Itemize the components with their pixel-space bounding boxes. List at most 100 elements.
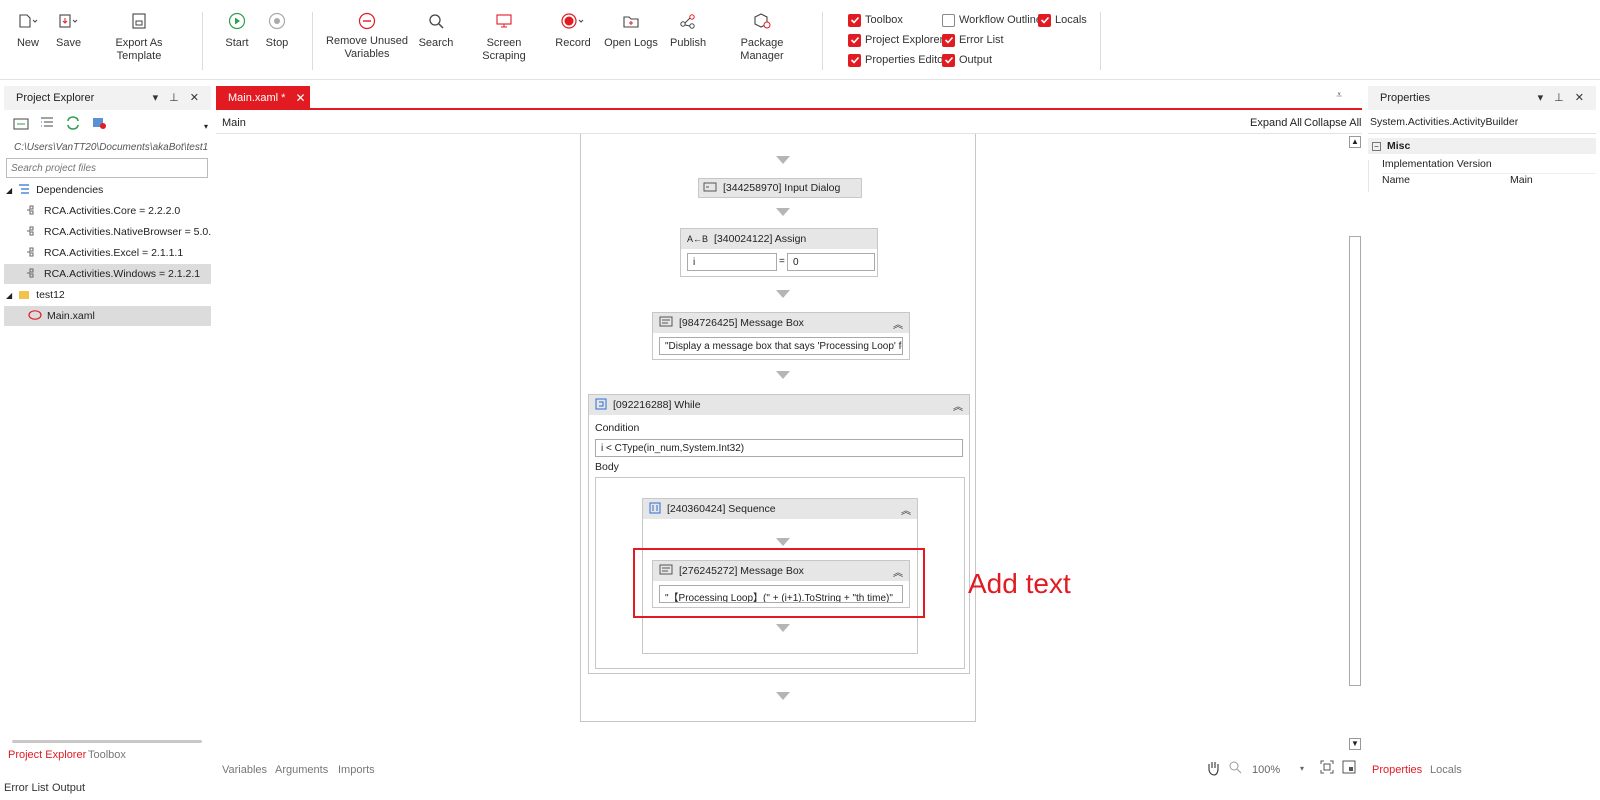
- locals-toggle[interactable]: Locals: [1038, 12, 1087, 28]
- properties-panel: Properties ▾ ⊥ ✕ System.Activities.Activ…: [1368, 86, 1596, 776]
- collapse-all-link[interactable]: Collapse All: [1304, 117, 1361, 129]
- workflow-outline-toggle[interactable]: Workflow Outline: [942, 12, 1042, 28]
- tab-variables[interactable]: Variables: [222, 764, 267, 776]
- properties-editor-toggle[interactable]: Properties Editor: [848, 52, 947, 68]
- zoom-level[interactable]: 100%: [1252, 764, 1280, 776]
- publish-button[interactable]: Publish: [670, 10, 706, 50]
- collapse-chevron-icon[interactable]: ︽: [901, 502, 911, 517]
- tree-item-dependency[interactable]: RCA.Activities.Windows = 2.1.2.1: [4, 264, 211, 284]
- message-box-icon: [659, 316, 673, 330]
- stop-button[interactable]: Stop: [264, 10, 290, 50]
- checkbox-icon: [1038, 13, 1051, 27]
- collapse-chevron-icon[interactable]: ︽: [893, 316, 903, 331]
- collapse-triangle-icon[interactable]: ◢: [6, 186, 12, 195]
- breadcrumb[interactable]: Main: [222, 117, 246, 129]
- flow-arrow-icon: [776, 371, 790, 379]
- tab-error-list[interactable]: Error List: [4, 782, 49, 794]
- tree-item-dependency[interactable]: RCA.Activities.Excel = 2.1.1.1: [4, 243, 211, 263]
- vertical-scrollbar[interactable]: ▲ ▼: [1348, 134, 1362, 754]
- open-folder-icon[interactable]: [12, 116, 30, 130]
- tab-imports[interactable]: Imports: [338, 764, 375, 776]
- scroll-down-icon[interactable]: ▼: [1349, 738, 1361, 750]
- flow-arrow-icon: [776, 538, 790, 546]
- activity-input-dialog[interactable]: [344258970] Input Dialog: [698, 178, 862, 198]
- tree-item-dependencies[interactable]: ◢ Dependencies: [6, 180, 211, 200]
- output-toggle[interactable]: Output: [942, 52, 992, 68]
- fit-to-screen-icon[interactable]: [1320, 760, 1334, 777]
- package-manager-button[interactable]: Package Manager: [720, 10, 804, 63]
- ribbon-separator: [312, 12, 313, 70]
- project-explorer-panel: Project Explorer ▾ ⊥ ✕ ▾ C:\Users\VanTT2…: [4, 86, 211, 770]
- tab-main-xaml[interactable]: Main.xaml * ✕: [216, 86, 310, 110]
- open-logs-button[interactable]: Open Logs: [604, 10, 658, 50]
- zoom-dropdown-icon[interactable]: ▾: [1300, 764, 1304, 773]
- body-label: Body: [595, 461, 619, 473]
- package-icon: [720, 10, 804, 32]
- tree-item-main-xaml[interactable]: Main.xaml: [4, 306, 211, 326]
- scroll-thumb[interactable]: [1349, 236, 1361, 686]
- expand-all-link[interactable]: Expand All: [1250, 117, 1302, 129]
- package-node-icon: [26, 225, 38, 240]
- flow-arrow-icon: [776, 624, 790, 632]
- horizontal-scrollbar[interactable]: [6, 737, 209, 745]
- tab-list-dropdown-icon[interactable]: ⩡: [1336, 90, 1342, 101]
- checkbox-icon: [848, 33, 861, 47]
- annotation-text: Add text: [968, 568, 1071, 599]
- property-row[interactable]: Implementation Version: [1382, 158, 1596, 174]
- workflow-canvas[interactable]: [344258970] Input Dialog A←B [340024122]…: [216, 134, 1348, 754]
- checkbox-icon: [848, 13, 861, 27]
- condition-field[interactable]: i < CType(in_num,System.Int32): [595, 439, 963, 457]
- tab-toolbox[interactable]: Toolbox: [88, 749, 126, 761]
- hand-pan-icon[interactable]: [1206, 760, 1220, 779]
- close-icon[interactable]: ✕: [295, 91, 305, 105]
- save-icon: [56, 10, 80, 32]
- tab-properties[interactable]: Properties: [1372, 764, 1422, 776]
- screen-scraping-button[interactable]: Screen Scraping: [466, 10, 542, 63]
- collapse-triangle-icon[interactable]: ◢: [6, 291, 12, 300]
- tab-project-explorer[interactable]: Project Explorer: [8, 749, 86, 761]
- ribbon-separator: [202, 12, 203, 70]
- message-text-field[interactable]: "Display a message box that says 'Proces…: [659, 337, 903, 355]
- tab-output[interactable]: Output: [52, 782, 85, 794]
- expand-tree-icon[interactable]: [38, 116, 56, 130]
- flow-arrow-icon: [776, 208, 790, 216]
- collapse-chevron-icon[interactable]: ︽: [953, 398, 963, 413]
- tab-arguments[interactable]: Arguments: [275, 764, 328, 776]
- tree-item-project-folder[interactable]: ◢ test12: [6, 285, 211, 305]
- collapse-minus-icon[interactable]: −: [1372, 141, 1381, 151]
- tree-item-dependency[interactable]: RCA.Activities.Core = 2.2.2.0: [4, 201, 211, 221]
- search-icon: [418, 10, 454, 32]
- assign-to-field[interactable]: i: [687, 253, 777, 271]
- toolbar-overflow-icon[interactable]: ▾: [204, 122, 208, 131]
- remove-icon: [326, 10, 408, 32]
- assign-value-field[interactable]: 0: [787, 253, 875, 271]
- property-row[interactable]: Name Main: [1382, 174, 1596, 190]
- scroll-up-icon[interactable]: ▲: [1349, 136, 1361, 148]
- tab-locals[interactable]: Locals: [1430, 764, 1462, 776]
- zoom-icon[interactable]: [1228, 760, 1242, 777]
- error-list-toggle[interactable]: Error List: [942, 32, 1004, 48]
- new-button[interactable]: New: [14, 10, 42, 50]
- package-node-icon: [26, 267, 38, 282]
- remove-dependency-icon[interactable]: [90, 116, 108, 130]
- search-button[interactable]: Search: [418, 10, 454, 50]
- panel-controls[interactable]: ▾ ⊥ ✕: [153, 91, 203, 104]
- record-button[interactable]: Record: [554, 10, 592, 50]
- start-button[interactable]: Start: [224, 10, 250, 50]
- activity-assign[interactable]: A←B [340024122] Assign i = 0: [680, 228, 878, 277]
- save-button[interactable]: Save: [56, 10, 81, 50]
- folder-log-icon: [604, 10, 658, 32]
- panel-controls[interactable]: ▾ ⊥ ✕: [1538, 91, 1588, 104]
- package-node-icon: [26, 246, 38, 261]
- tree-item-dependency[interactable]: RCA.Activities.NativeBrowser = 5.0.0.2: [4, 222, 211, 242]
- remove-unused-variables-button[interactable]: Remove Unused Variables: [326, 10, 408, 61]
- search-project-files-input[interactable]: [6, 158, 208, 178]
- refresh-icon[interactable]: [64, 116, 82, 130]
- share-icon: [670, 10, 706, 32]
- export-template-button[interactable]: Export As Template: [96, 10, 182, 63]
- toolbox-toggle[interactable]: Toolbox: [848, 12, 903, 28]
- activity-message-box[interactable]: [984726425] Message Box ︽ "Display a mes…: [652, 312, 910, 360]
- properties-category[interactable]: − Misc: [1368, 138, 1596, 154]
- project-explorer-toggle[interactable]: Project Explorer: [848, 32, 943, 48]
- overview-icon[interactable]: [1342, 760, 1356, 777]
